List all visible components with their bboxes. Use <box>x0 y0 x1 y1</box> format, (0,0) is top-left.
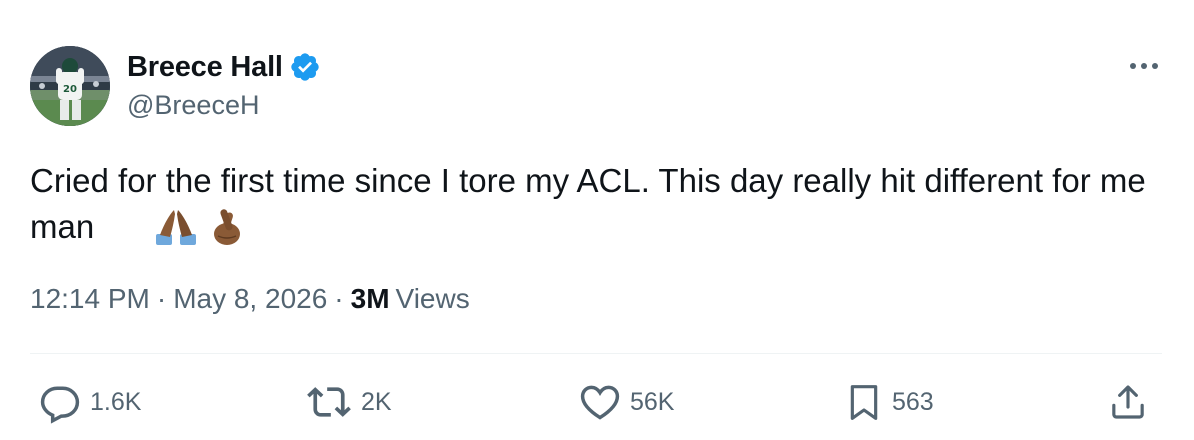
tweet-date[interactable]: May 8, 2026 <box>173 283 327 315</box>
repost-button[interactable]: 2K <box>305 380 392 424</box>
share-icon <box>1108 380 1148 424</box>
share-button[interactable] <box>1108 380 1148 424</box>
avatar[interactable]: 20 <box>30 46 110 126</box>
tweet-meta: 12:14 PM · May 8, 2026 · 3M Views <box>30 283 470 315</box>
meta-separator: · <box>334 283 344 314</box>
like-button[interactable]: 56K <box>578 380 674 424</box>
reply-icon <box>38 380 82 424</box>
svg-text:20: 20 <box>63 84 77 95</box>
verified-badge-icon <box>289 51 321 83</box>
avatar-image: 20 <box>30 46 110 126</box>
reply-count: 1.6K <box>90 387 142 416</box>
like-count: 56K <box>630 387 675 416</box>
repost-count: 2K <box>361 387 392 416</box>
author-name-row[interactable]: Breece Hall <box>127 50 321 84</box>
crossed-fingers-emoji <box>210 206 244 251</box>
tweet-card: 20 Breece Hall @BreeceH Cried for the fi… <box>0 0 1194 440</box>
views-label[interactable]: Views <box>396 283 470 315</box>
folded-hands-emoji <box>154 208 198 251</box>
bookmark-button[interactable]: 563 <box>844 380 934 424</box>
heart-icon <box>578 380 622 424</box>
author-name[interactable]: Breece Hall <box>127 51 283 84</box>
author-handle[interactable]: @BreeceH <box>127 90 259 121</box>
emoji-row <box>154 206 244 251</box>
bookmark-count: 563 <box>892 387 934 416</box>
action-bar: 1.6K 2K 56K 563 <box>0 380 1194 430</box>
tweet-time[interactable]: 12:14 PM <box>30 283 150 315</box>
divider <box>30 353 1162 354</box>
repost-icon <box>305 380 353 424</box>
meta-separator: · <box>156 283 167 314</box>
bookmark-icon <box>844 380 884 424</box>
more-options-icon[interactable] <box>1124 52 1164 80</box>
views-count[interactable]: 3M <box>351 283 390 315</box>
reply-button[interactable]: 1.6K <box>38 380 141 424</box>
